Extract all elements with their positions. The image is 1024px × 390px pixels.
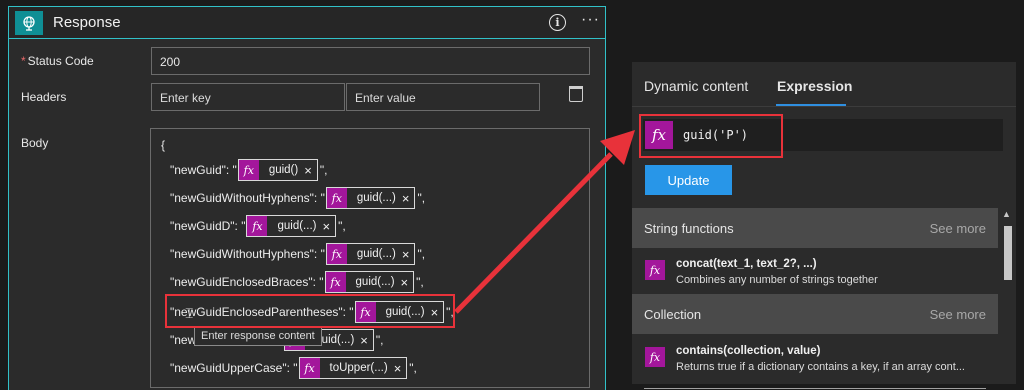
- annotation-arrow: [454, 130, 635, 314]
- item-divider: [644, 388, 986, 389]
